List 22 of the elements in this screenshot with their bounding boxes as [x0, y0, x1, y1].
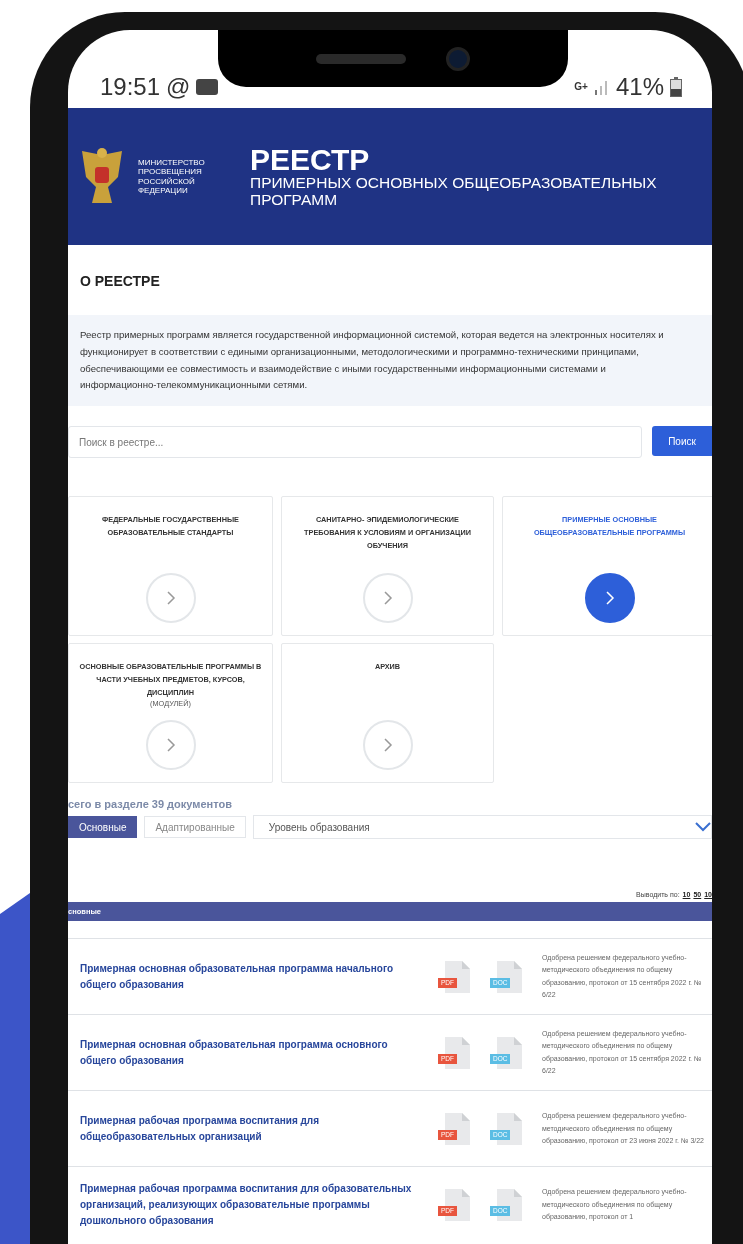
- site-subtitle: ПРИМЕРНЫХ ОСНОВНЫХ ОБЩЕОБРАЗОВАТЕЛЬНЫХ ПРОГРАММ: [250, 175, 658, 208]
- chevron-down-icon: [695, 822, 711, 833]
- section-title: О РЕЕСТРЕ: [79, 272, 161, 291]
- status-at-sign: @: [166, 73, 191, 101]
- battery-icon: [670, 77, 682, 97]
- search-button[interactable]: Поиск: [652, 426, 712, 457]
- filter-tab[interactable]: Адаптированные: [144, 816, 246, 839]
- search-field[interactable]: Поиск в реестре...: [68, 426, 642, 459]
- document-icon[interactable]: [442, 1036, 472, 1069]
- document-icon[interactable]: [442, 1188, 472, 1221]
- signal-icon: [593, 79, 610, 95]
- status-time: 19:51: [100, 73, 161, 101]
- filter-tab[interactable]: Основные: [68, 816, 138, 839]
- document-icon[interactable]: [442, 960, 472, 993]
- document-count: сего в разделе 39 документов: [68, 797, 233, 813]
- ministry-name: МИНИСТЕРСТВО ПРОСВЕЩЕНИЯ РОССИЙСКОЙ ФЕДЕРАЦИИ: [138, 158, 206, 195]
- registry-description: Реестр примерных программ является государственной информационной системой, которая ведется на электронных носителях и функционирует в соответствии с едиными организационными, методологическими и программно-техническими принципами, обеспечивающими ее совместимость и взаимодействие с иными государственными информационными системами и информационно-телекоммуникационными сетями.: [68, 315, 712, 407]
- battery-percent: 41%: [615, 73, 664, 101]
- network-type: G+: [574, 82, 588, 92]
- level-dropdown[interactable]: Уровень образования: [252, 815, 712, 840]
- document-icon[interactable]: [442, 1112, 472, 1145]
- site-title: РЕЕСТР: [250, 145, 371, 176]
